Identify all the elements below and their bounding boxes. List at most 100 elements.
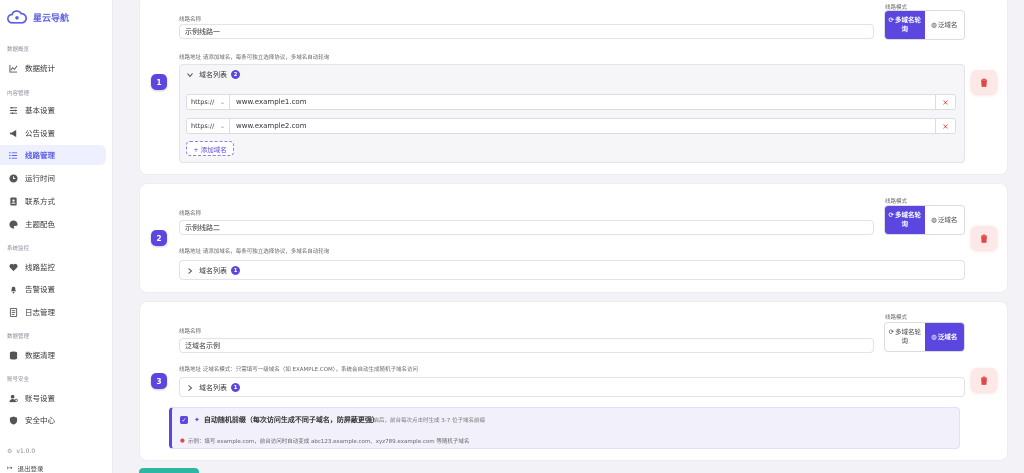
sidebar-item-security[interactable]: 安全中心 (0, 410, 106, 430)
remove-domain-button[interactable]: × (936, 118, 956, 134)
database-icon (8, 350, 18, 360)
line-mode-label: 线路模式 (885, 315, 908, 321)
line-address-hint: 线路地址 泛域名模式：只需填写一级域名（如 EXAMPLE.COM），系统会自动… (179, 367, 419, 373)
nav-group-label: 数据概览 (7, 47, 30, 53)
clock-icon (8, 173, 18, 183)
domain-count-badge: 1 (231, 383, 240, 392)
sidebar-item-label: 账号设置 (25, 393, 55, 403)
domain-list-toggle[interactable]: 域名列表 1 (180, 378, 240, 397)
sidebar-item-theme[interactable]: 主题配色 (0, 214, 106, 234)
shield-icon (8, 415, 18, 425)
sidebar-item-announcement[interactable]: 公告设置 (0, 123, 106, 143)
sidebar-item-label: 线路管理 (25, 150, 55, 160)
domain-list-toggle[interactable]: 域名列表 1 (180, 261, 240, 280)
sidebar-item-line-monitor[interactable]: 线路监控 (0, 257, 106, 277)
sidebar-item-runtime[interactable]: 运行时间 (0, 168, 106, 188)
domain-list-label: 域名列表 (199, 383, 227, 392)
line-name-input[interactable]: 示例线路一 (179, 24, 874, 39)
log-icon (8, 307, 18, 317)
domain-count-badge: 2 (231, 70, 240, 79)
domain-list-panel: 域名列表 1 (179, 260, 965, 280)
mode-multi-button[interactable]: ⟳多域名轮询 (885, 11, 925, 39)
line-name-label: 线路名称 (179, 329, 202, 335)
trash-icon (981, 376, 987, 385)
protocol-value: https:// (191, 98, 215, 106)
sidebar-item-contact[interactable]: 联系方式 (0, 191, 106, 211)
sidebar-item-label: 公告设置 (25, 128, 55, 138)
magic-wand-icon: ✦ (194, 416, 200, 424)
line-name-input[interactable]: 泛域名示例 (179, 338, 874, 353)
add-domain-button[interactable]: + 添加域名 (186, 141, 234, 156)
protocol-select[interactable]: https:// ⌄ (186, 118, 230, 134)
user-gear-icon (8, 393, 18, 403)
line-index-badge: 1 (151, 74, 167, 90)
line-name-label: 线路名称 (179, 211, 202, 217)
chevron-right-icon (186, 267, 194, 274)
sidebar-item-label: 数据清理 (25, 350, 55, 360)
main-content: 线路名称 示例线路一 线路模式 ⟳多域名轮询 ◍泛域名 线路地址 请添加域名，每… (121, 0, 1024, 473)
sidebar-item-label: 线路监控 (25, 262, 55, 272)
brand[interactable]: 星云导航 (7, 8, 69, 26)
nav-group-label: 数据管理 (7, 334, 30, 340)
sidebar-item-data-cleanup[interactable]: 数据清理 (0, 345, 106, 365)
version-label: ⚙ v1.0.0 (7, 448, 35, 455)
trash-icon (981, 78, 987, 87)
sidebar-item-label: 主题配色 (25, 219, 55, 229)
sidebar-item-alerts[interactable]: 告警设置 (0, 279, 106, 299)
chevron-down-icon (186, 72, 194, 78)
sidebar-item-line-management[interactable]: 线路管理 (0, 145, 106, 165)
megaphone-icon (8, 128, 18, 138)
line-mode-toggle: ⟳多域名轮询 ◍泛域名 (884, 10, 965, 40)
mode-wildcard-label: 泛域名 (937, 332, 958, 341)
mode-wildcard-button[interactable]: ◍泛域名 (924, 11, 964, 39)
domain-row: https:// ⌄ www.example1.com × (186, 94, 956, 110)
mode-multi-button[interactable]: ⟳多域名轮询 (885, 323, 925, 351)
domain-count-badge: 1 (231, 266, 240, 275)
check-icon: ✓ (181, 416, 187, 424)
sidebar-item-label: 安全中心 (25, 415, 55, 425)
pin-icon: ● (180, 438, 185, 444)
delete-line-button[interactable] (971, 70, 997, 94)
close-icon: × (942, 121, 949, 131)
line-mode-label: 线路模式 (885, 199, 908, 205)
save-button[interactable] (139, 468, 199, 473)
mode-multi-button[interactable]: ⟳多域名轮询 (885, 206, 925, 234)
remove-domain-button[interactable]: × (936, 94, 956, 110)
line-name-label: 线路名称 (179, 17, 202, 23)
mode-wildcard-button[interactable]: ◍泛域名 (924, 323, 964, 351)
bell-icon (8, 284, 18, 294)
sidebar-item-logs[interactable]: 日志管理 (0, 302, 106, 322)
mode-wildcard-button[interactable]: ◍泛域名 (924, 206, 964, 234)
auto-random-checkbox[interactable]: ✓ (180, 416, 188, 424)
domain-input[interactable]: www.example2.com (230, 118, 936, 134)
delete-line-button[interactable] (971, 226, 997, 250)
mode-multi-label: 多域名轮询 (894, 211, 921, 228)
sidebar-item-basic-settings[interactable]: 基本设置 (0, 100, 106, 120)
logout-label: 退出登录 (17, 465, 44, 473)
settings-cog-icon: ⚙ (7, 448, 13, 455)
contact-card-icon (8, 196, 18, 206)
trash-icon (981, 234, 987, 243)
logout-button[interactable]: ↦ 退出登录 (7, 463, 43, 473)
line-name-input[interactable]: 示例线路二 (179, 220, 874, 235)
sidebar-item-label: 基本设置 (25, 105, 55, 115)
sidebar-item-account[interactable]: 账号设置 (0, 388, 106, 408)
palette-icon (8, 219, 18, 229)
domain-list-toggle[interactable]: 域名列表 2 (180, 65, 240, 84)
cloud-logo-icon (7, 10, 27, 24)
line-address-hint: 线路地址 请添加域名，每条可独立选择协议，多域名自动轮询 (179, 249, 330, 255)
mode-multi-label: 多域名轮询 (894, 16, 921, 33)
sync-icon: ⟳ (888, 16, 894, 24)
auto-random-example: ● 示例：填写 example.com，前台访问时自动变成 abc123.exa… (180, 437, 469, 445)
mode-wildcard-label: 泛域名 (937, 20, 958, 29)
heartbeat-icon (8, 262, 18, 272)
delete-line-button[interactable] (971, 368, 997, 392)
domain-list-label: 域名列表 (199, 70, 227, 79)
sidebar-item-label: 日志管理 (25, 307, 55, 317)
protocol-select[interactable]: https:// ⌄ (186, 94, 230, 110)
domain-input[interactable]: www.example1.com (230, 94, 936, 110)
sidebar-item-stats[interactable]: 数据统计 (0, 58, 106, 78)
brand-title: 星云导航 (33, 13, 70, 24)
sidebar-item-label: 数据统计 (25, 63, 55, 73)
line-mode-toggle: ⟳多域名轮询 ◍泛域名 (884, 322, 965, 352)
